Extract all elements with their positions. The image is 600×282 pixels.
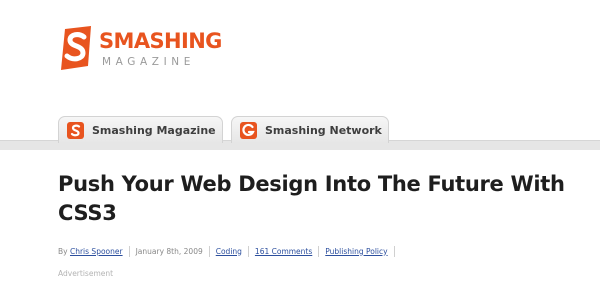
tab-label: Smashing Magazine: [92, 123, 216, 137]
tab-smashing-network[interactable]: Smashing Network: [231, 116, 389, 143]
smashing-network-icon: [240, 121, 257, 139]
tab-label: Smashing Network: [265, 123, 382, 137]
meta-divider: [393, 245, 395, 257]
smashing-logo-icon: [61, 26, 91, 70]
post-date: January 8th, 2009: [135, 246, 203, 256]
meta-divider: [128, 245, 130, 257]
logo-title: SMASHING: [99, 29, 222, 53]
article-meta: By Chris Spooner January 8th, 2009 Codin…: [58, 245, 401, 257]
logo-subtitle: MAGAZINE: [102, 56, 195, 68]
author-link[interactable]: Chris Spooner: [70, 247, 123, 256]
tab-smashing-magazine[interactable]: Smashing Magazine: [58, 116, 223, 143]
category-link[interactable]: Coding: [216, 247, 242, 256]
publishing-policy-link[interactable]: Publishing Policy: [325, 247, 387, 256]
meta-divider: [208, 245, 210, 257]
site-logo[interactable]: SMASHING MAGAZINE: [58, 26, 228, 74]
advertisement-label: Advertisement: [58, 269, 114, 278]
article-title[interactable]: Push Your Web Design Into The Future Wit…: [58, 170, 588, 228]
by-prefix: By: [58, 246, 68, 256]
smashing-s-icon: [67, 121, 84, 139]
meta-divider: [318, 245, 320, 257]
meta-divider: [247, 245, 249, 257]
network-tabs: Smashing Magazine Smashing Network: [0, 116, 600, 150]
comments-link[interactable]: 161 Comments: [255, 247, 312, 256]
